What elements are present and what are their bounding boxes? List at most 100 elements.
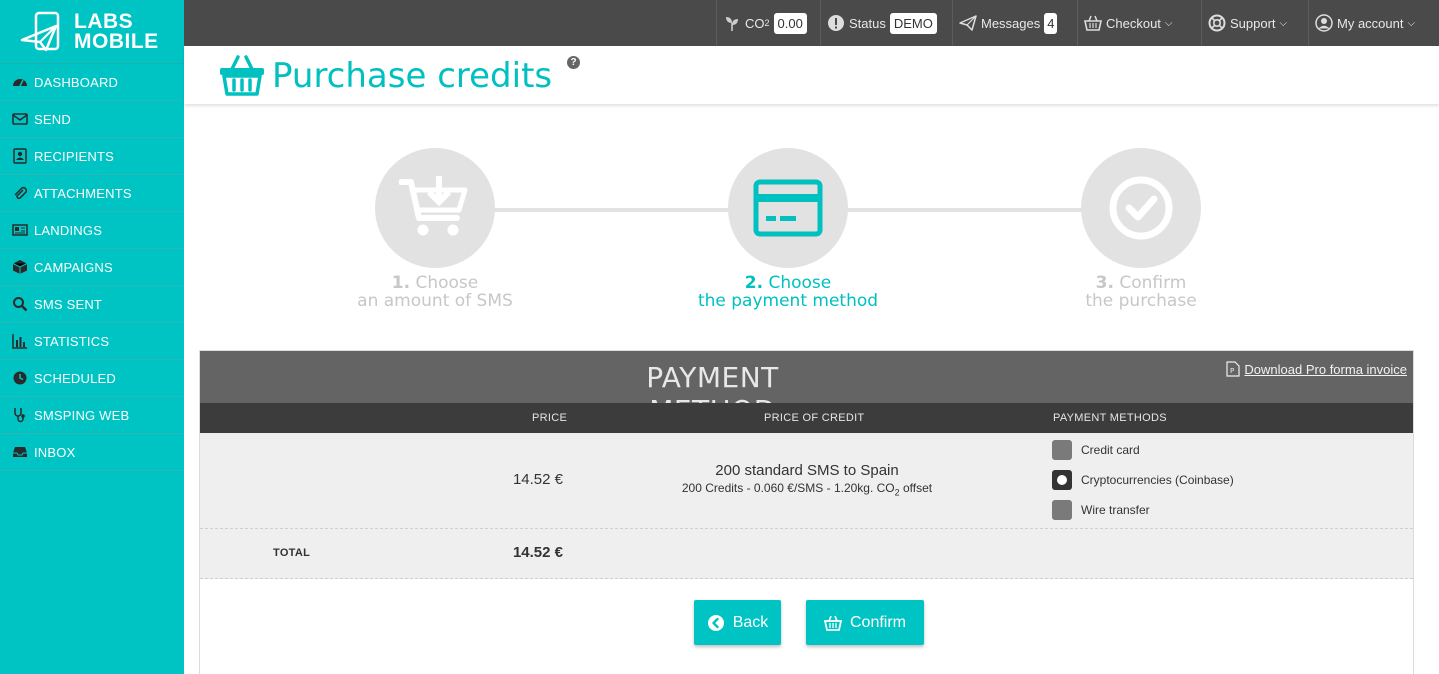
sidebar-item-label: INBOX	[34, 444, 76, 460]
basket-icon	[823, 615, 842, 631]
lifebuoy-icon	[1208, 14, 1226, 32]
sidebar-item-smsping-web[interactable]: SMSPING WEB	[0, 397, 184, 434]
chevron-down-icon: ⌵	[1279, 17, 1288, 29]
sidebar-item-label: RECIPIENTS	[34, 148, 115, 164]
sidebar-item-send[interactable]: SEND	[0, 101, 184, 138]
messages-count-badge: 4	[1044, 12, 1058, 34]
radio-box-selected[interactable]	[1052, 470, 1072, 490]
table-header: PRICE PRICE OF CREDIT PAYMENT METHODS	[200, 403, 1413, 433]
step-title: Choose	[415, 273, 479, 293]
messages-menu[interactable]: Messages 4	[952, 0, 1063, 46]
payment-option-label: Credit card	[1081, 443, 1140, 457]
account-label: My account	[1337, 15, 1404, 31]
credit-card-icon	[753, 179, 823, 237]
basket-icon	[220, 55, 264, 96]
sidebar-item-attachments[interactable]: ATTACHMENTS	[0, 175, 184, 212]
stethoscope-icon	[10, 407, 30, 423]
table-row: 14.52 € 200 standard SMS to Spain 200 Cr…	[200, 433, 1413, 529]
top-bar: CO 2 0.00 Status DEMO Messages 4 Checkout…	[184, 0, 1439, 46]
search-icon	[10, 296, 30, 312]
status-indicator[interactable]: Status DEMO	[820, 0, 943, 46]
radio-box[interactable]	[1052, 500, 1072, 520]
step-1-label: 1. Choose an amount of SMS	[305, 274, 565, 310]
account-menu[interactable]: My account ⌵	[1308, 0, 1421, 46]
exclamation-circle-icon	[828, 15, 844, 31]
total-value: 14.52 €	[512, 544, 563, 561]
co2-subscript: 2	[764, 18, 770, 28]
basket-icon	[1084, 15, 1102, 31]
logo[interactable]: LABS MOBILE	[0, 0, 184, 64]
sidebar-item-label: CAMPAIGNS	[34, 259, 113, 275]
payment-option-label: Wire transfer	[1081, 503, 1150, 517]
download-proforma-link[interactable]: P Download Pro forma invoice	[1226, 361, 1407, 377]
sidebar-item-recipients[interactable]: RECIPIENTS	[0, 138, 184, 175]
detail-text-end: offset	[899, 481, 933, 495]
co2-label: CO	[745, 15, 765, 31]
check-circle-icon	[1109, 176, 1173, 240]
col-price-of-credit: PRICE OF CREDIT	[764, 412, 865, 424]
payment-option-credit-card[interactable]: Credit card	[1052, 440, 1140, 460]
sidebar-item-statistics[interactable]: STATISTICS	[0, 323, 184, 360]
total-row: TOTAL 14.52 €	[200, 529, 1413, 579]
co2-indicator[interactable]: CO 2 0.00	[716, 0, 813, 46]
logo-line-2: MOBILE	[74, 29, 159, 53]
step-3-label: 3. Confirm the purchase	[1011, 274, 1271, 310]
step-connector	[846, 208, 1082, 212]
sidebar-item-label: ATTACHMENTS	[34, 185, 132, 201]
payment-option-crypto[interactable]: Cryptocurrencies (Coinbase)	[1052, 470, 1234, 490]
proforma-label: Download Pro forma invoice	[1244, 361, 1407, 377]
sidebar-item-inbox[interactable]: INBOX	[0, 434, 184, 471]
cube-icon	[10, 259, 30, 275]
confirm-button[interactable]: Confirm	[806, 600, 924, 645]
chevron-down-icon: ⌵	[1164, 17, 1173, 29]
sidebar-item-landings[interactable]: LANDINGS	[0, 212, 184, 249]
detail-text: 200 Credits - 0.060 €/SMS - 1.20kg. CO	[681, 481, 895, 495]
step-1-circle	[375, 148, 495, 268]
step-number: 2.	[744, 273, 764, 293]
payment-option-wire-transfer[interactable]: Wire transfer	[1052, 500, 1150, 520]
sidebar-item-label: SMSPING WEB	[34, 407, 130, 423]
cart-download-icon	[399, 176, 468, 236]
row-description: 200 standard SMS to Spain	[715, 462, 899, 479]
step-subtitle: an amount of SMS	[357, 291, 513, 311]
logo-line-1: LABS	[74, 9, 134, 33]
step-2-label: 2. Choose the payment method	[658, 274, 918, 310]
step-number: 1.	[391, 273, 411, 293]
sidebar-item-label: SMS SENT	[34, 296, 103, 312]
step-3-circle	[1081, 148, 1201, 268]
checkout-menu[interactable]: Checkout ⌵	[1077, 0, 1179, 46]
sidebar: LABS MOBILE DASHBOARD SEND RECIPIENTS AT…	[0, 0, 184, 674]
sidebar-item-label: STATISTICS	[34, 333, 110, 349]
support-label: Support	[1230, 15, 1276, 31]
clock-icon	[10, 370, 30, 386]
messages-label: Messages	[981, 15, 1041, 31]
col-payment-methods: PAYMENT METHODS	[1053, 412, 1167, 424]
step-subtitle: the payment method	[697, 291, 879, 311]
support-menu[interactable]: Support ⌵	[1201, 0, 1293, 46]
sidebar-item-label: DASHBOARD	[34, 74, 119, 90]
contact-card-icon	[10, 148, 30, 164]
envelope-icon	[10, 111, 30, 127]
radio-box[interactable]	[1052, 440, 1072, 460]
co2-value-badge: 0.00	[773, 12, 807, 34]
confirm-label: Confirm	[849, 613, 906, 631]
panel-header: PAYMENT METHOD P Download Pro forma invo…	[200, 351, 1413, 427]
leaf-sprout-icon	[726, 17, 738, 31]
help-icon[interactable]: ?	[567, 56, 580, 69]
sidebar-item-dashboard[interactable]: DASHBOARD	[0, 64, 184, 101]
sidebar-item-label: SCHEDULED	[34, 370, 116, 386]
sidebar-item-scheduled[interactable]: SCHEDULED	[0, 360, 184, 397]
sidebar-item-campaigns[interactable]: CAMPAIGNS	[0, 249, 184, 286]
paper-plane-icon	[959, 15, 977, 31]
back-label: Back	[732, 613, 769, 631]
step-title: Confirm	[1119, 273, 1187, 293]
back-button[interactable]: Back	[694, 600, 781, 645]
document-icon: P	[1226, 361, 1241, 377]
col-price: PRICE	[532, 412, 568, 424]
step-2-circle	[728, 148, 848, 268]
total-label: TOTAL	[273, 547, 311, 559]
bar-chart-icon	[10, 333, 30, 349]
sidebar-item-sms-sent[interactable]: SMS SENT	[0, 286, 184, 323]
step-connector	[494, 208, 730, 212]
inbox-icon	[10, 444, 30, 460]
